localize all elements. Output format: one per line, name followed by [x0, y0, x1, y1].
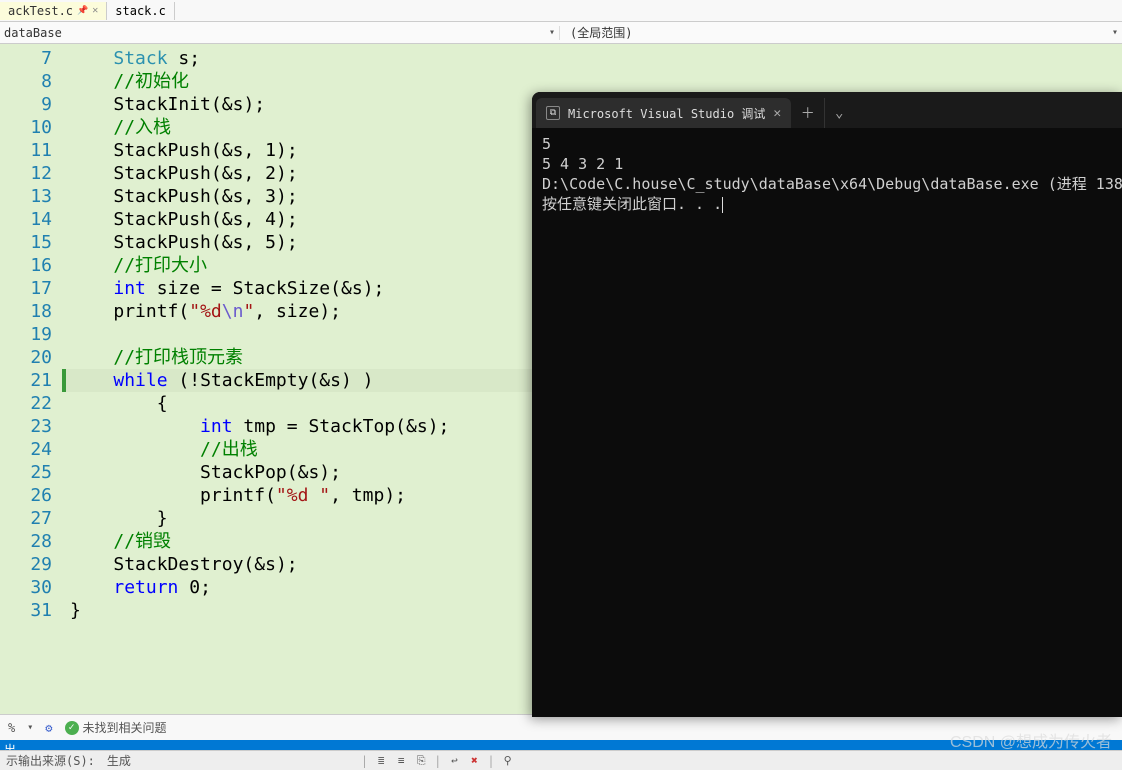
console-title-label: Microsoft Visual Studio 调试 — [568, 105, 765, 122]
nav-scope-left[interactable]: dataBase ▾ — [0, 26, 560, 40]
no-issues-label: 未找到相关问题 — [83, 719, 167, 736]
chevron-down-icon[interactable]: ▾ — [27, 722, 33, 733]
chevron-down-icon[interactable]: ▾ — [545, 27, 559, 38]
code-line[interactable]: //初始化 — [62, 70, 1122, 93]
copy-icon[interactable]: ⎘ — [414, 754, 428, 768]
output-toolbar: 示输出来源(S): 生成 | ≣ ≡ ⎘ | ↩ ✖ | ⚲ — [0, 750, 1122, 770]
console-titlebar[interactable]: ⧉ Microsoft Visual Studio 调试 ✕ ＋ ⌄ — [532, 92, 1122, 128]
change-indicator — [62, 369, 66, 392]
no-issues-indicator[interactable]: ✓ 未找到相关问题 — [65, 719, 167, 736]
nav-scope-label: (全局范围) — [570, 24, 1108, 41]
wrap-icon[interactable]: ↩ — [447, 754, 461, 768]
nav-bar: dataBase ▾ (全局范围) ▾ — [0, 22, 1122, 44]
code-line[interactable]: Stack s; — [62, 47, 1122, 70]
tab-stackc[interactable]: stack.c — [107, 2, 175, 20]
watermark-text: CSDN @想成为传火者 — [950, 728, 1112, 752]
toggle-icon[interactable]: ≡ — [394, 754, 408, 768]
console-output[interactable]: 5 5 4 3 2 1 D:\Code\C.house\C_study\data… — [532, 128, 1122, 220]
close-icon[interactable]: ✕ — [773, 106, 781, 121]
tab-label: stack.c — [115, 4, 166, 18]
terminal-icon: ⧉ — [546, 106, 560, 120]
tab-acktestc[interactable]: ackTest.c 📌 ✕ — [0, 2, 107, 20]
file-tabs: ackTest.c 📌 ✕ stack.c — [0, 0, 1122, 22]
pin-icon[interactable]: 📌 — [77, 6, 88, 16]
close-icon[interactable]: ✕ — [92, 5, 98, 16]
text-cursor — [722, 197, 723, 213]
settings-icon[interactable]: ⚙ — [45, 721, 52, 735]
stop-icon[interactable]: ✖ — [467, 754, 481, 768]
debug-console-window[interactable]: ⧉ Microsoft Visual Studio 调试 ✕ ＋ ⌄ 5 5 4… — [532, 92, 1122, 717]
clear-icon[interactable]: ≣ — [374, 754, 388, 768]
output-source-dropdown[interactable]: 生成 — [105, 752, 133, 769]
zoom-label[interactable]: % — [8, 721, 15, 735]
new-tab-button[interactable]: ＋ — [791, 98, 825, 128]
filter-icon[interactable]: ⚲ — [501, 754, 515, 768]
chevron-down-icon[interactable]: ▾ — [1108, 27, 1122, 38]
output-toolbar-icons: | ≣ ≡ ⎘ | ↩ ✖ | ⚲ — [361, 754, 515, 768]
output-source-label: 示输出来源(S): — [4, 752, 97, 769]
nav-scope-right[interactable]: (全局范围) ▾ — [560, 24, 1122, 41]
nav-project-label: dataBase — [4, 26, 543, 40]
tab-dropdown-button[interactable]: ⌄ — [825, 98, 853, 128]
tab-label: ackTest.c — [8, 4, 73, 18]
line-gutter: 7891011121314151617181920212223242526272… — [0, 44, 62, 714]
check-icon: ✓ — [65, 721, 79, 735]
console-tab[interactable]: ⧉ Microsoft Visual Studio 调试 ✕ — [536, 98, 791, 128]
